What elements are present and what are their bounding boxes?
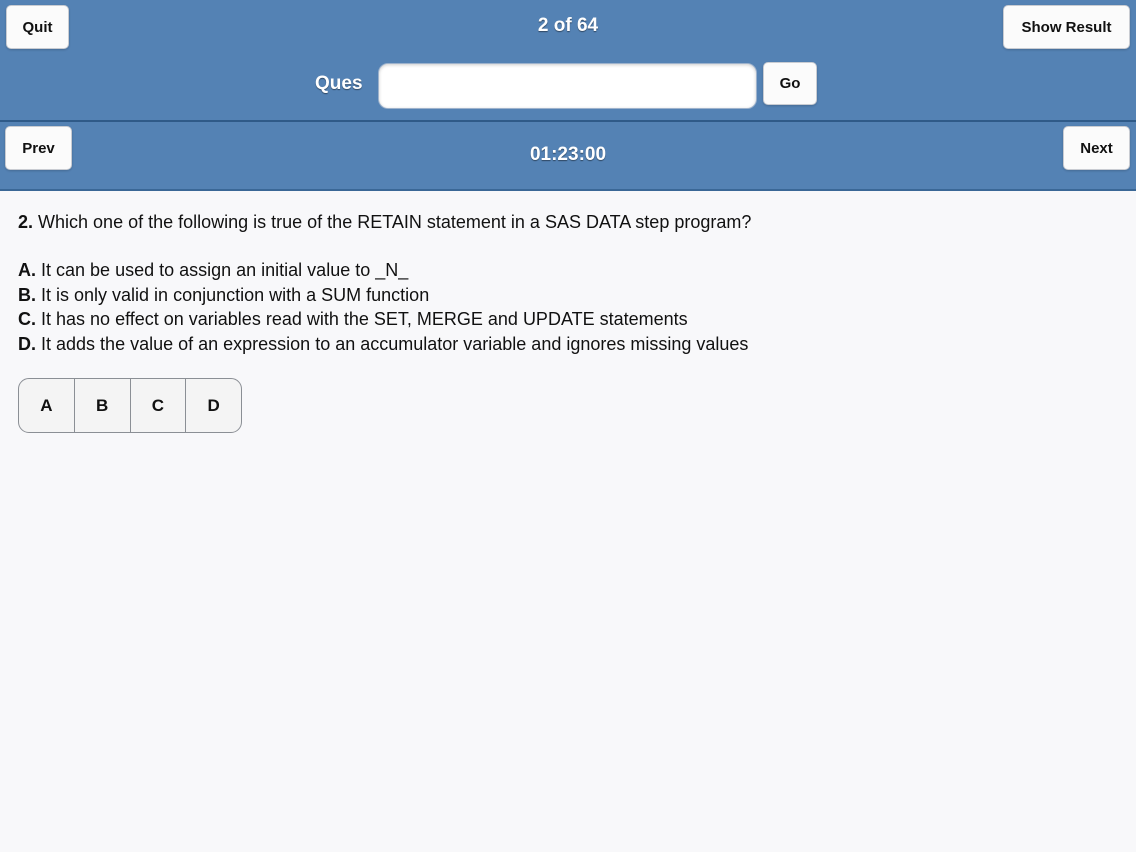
option-b: B. It is only valid in conjunction with … [18, 283, 1118, 308]
answer-b-button[interactable]: B [75, 379, 131, 432]
next-button[interactable]: Next [1063, 126, 1130, 170]
option-letter: A. [18, 260, 36, 280]
option-text: It can be used to assign an initial valu… [41, 260, 409, 280]
question-number: 2. [18, 212, 34, 232]
option-text: It has no effect on variables read with … [41, 309, 688, 330]
option-text: It is only valid in conjunction with a S… [41, 284, 430, 305]
option-letter: D. [18, 334, 36, 355]
options-list: A. It can be used to assign an initial v… [18, 258, 1118, 357]
answer-c-button[interactable]: C [131, 379, 187, 432]
question-text: 2. Which one of the following is true of… [18, 208, 1118, 236]
answer-a-button[interactable]: A [19, 379, 75, 432]
header-bottom-border [0, 189, 1136, 191]
answer-selector: A B C D [18, 378, 242, 433]
show-result-button[interactable]: Show Result [1003, 5, 1130, 49]
option-letter: C. [18, 309, 36, 330]
toolbar-header: Quit 2 of 64 Show Result Ques Go Prev 01… [0, 0, 1136, 191]
timer: 01:23:00 [529, 144, 607, 165]
question-body: Which one of the following is true of th… [38, 212, 752, 232]
go-button[interactable]: Go [763, 62, 817, 105]
option-c: C. It has no effect on variables read wi… [18, 307, 1118, 332]
answer-d-button[interactable]: D [186, 379, 241, 432]
ques-label: Ques [315, 73, 363, 94]
question-number-input[interactable] [378, 63, 757, 109]
header-divider [0, 120, 1136, 122]
question-area: 2. Which one of the following is true of… [18, 208, 1118, 357]
option-a: A. It can be used to assign an initial v… [18, 258, 1118, 283]
option-letter: B. [18, 284, 36, 305]
question-progress: 2 of 64 [537, 15, 599, 36]
option-d: D. It adds the value of an expression to… [18, 332, 1118, 357]
option-text: It adds the value of an expression to an… [41, 334, 749, 355]
